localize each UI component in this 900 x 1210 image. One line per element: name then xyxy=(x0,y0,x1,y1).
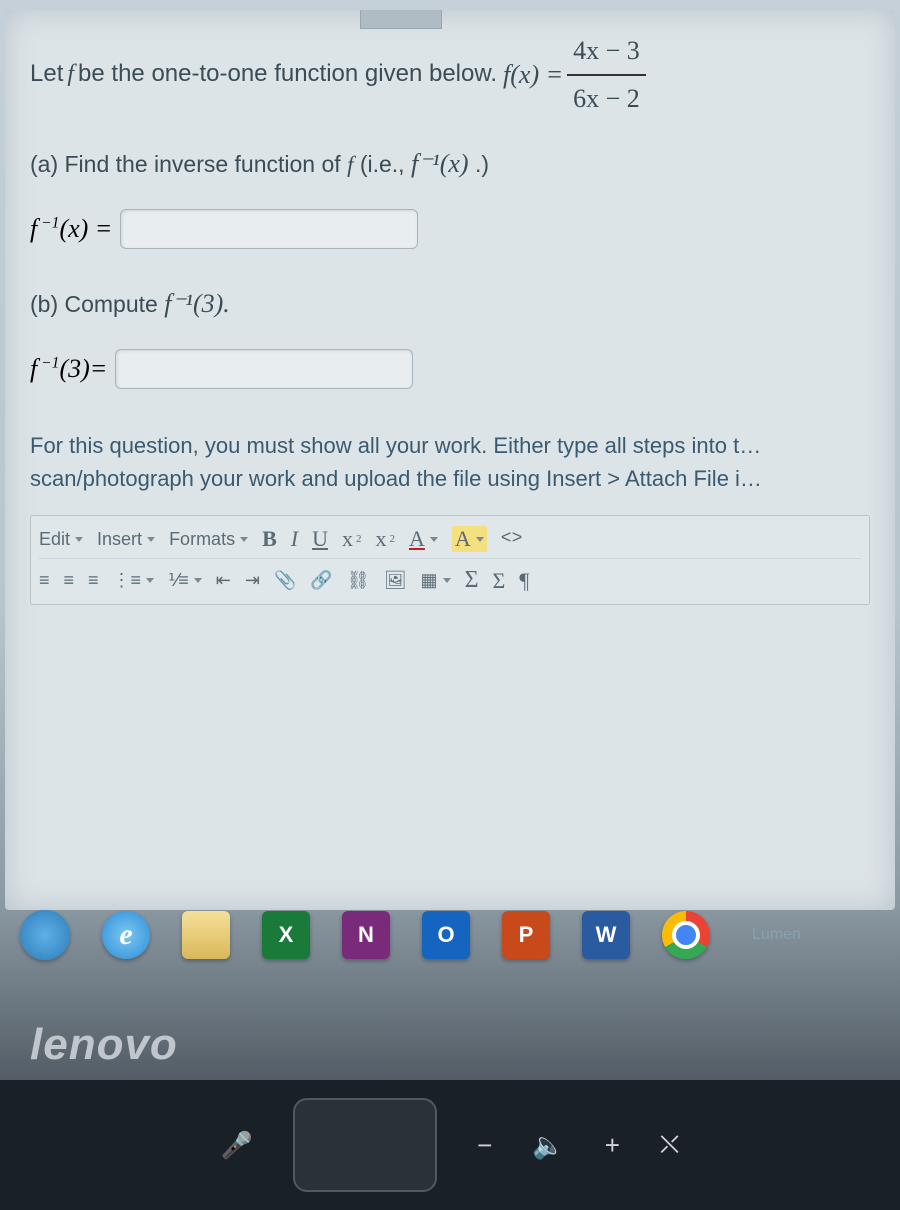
windows-taskbar: e X N O P W Lumen xyxy=(20,910,801,960)
rich-text-toolbar: Edit Insert Formats B I U x2 x2 A A <> ≡… xyxy=(30,515,870,605)
fraction: 4x − 3 6x − 2 xyxy=(567,30,646,119)
number-list-icon[interactable]: ⅟≡ xyxy=(168,570,202,591)
chrome-icon[interactable] xyxy=(662,911,710,959)
answer-a-label: f −1(x) = xyxy=(30,214,112,244)
indent-icon[interactable]: ⇥ xyxy=(245,570,260,591)
browser-tab-fragment xyxy=(360,10,442,29)
answer-b-row: f −1(3)= xyxy=(30,349,870,389)
vol-up-icon[interactable]: + xyxy=(605,1130,620,1161)
file-explorer-icon[interactable] xyxy=(182,911,230,959)
excel-icon[interactable]: X xyxy=(262,911,310,959)
prompt-text: Let xyxy=(30,55,63,93)
unlink-icon[interactable]: ⛓ xyxy=(347,570,370,591)
bold-button[interactable]: B xyxy=(262,526,277,552)
work-instructions: For this question, you must show all you… xyxy=(30,429,870,495)
part-a-label: (a) Find the inverse function of f (i.e.… xyxy=(30,149,870,179)
equation-sigma-icon[interactable]: Σ xyxy=(493,568,506,594)
lumen-label: Lumen xyxy=(752,926,801,944)
internet-explorer-icon[interactable]: e xyxy=(102,911,150,959)
text-color-button[interactable]: A xyxy=(409,526,438,552)
answer-a-input[interactable] xyxy=(120,209,418,249)
numerator: 4x − 3 xyxy=(567,30,646,76)
f-symbol: f xyxy=(67,55,74,93)
link-icon[interactable]: 🔗 xyxy=(310,570,332,591)
bg-color-button[interactable]: A xyxy=(452,526,487,552)
speaker-icon[interactable]: 🔈 xyxy=(532,1130,564,1161)
func-lhs: f(x) = xyxy=(503,54,563,96)
align-right-icon[interactable]: ≡ xyxy=(88,570,99,591)
touchpad[interactable] xyxy=(293,1098,437,1192)
answer-b-label: f −1(3)= xyxy=(30,354,107,384)
align-center-icon[interactable]: ≡ xyxy=(64,570,75,591)
formats-menu[interactable]: Formats xyxy=(169,529,248,550)
vol-down-icon[interactable]: − xyxy=(477,1130,492,1161)
code-button[interactable]: <> xyxy=(501,529,523,549)
paragraph-icon[interactable]: ¶ xyxy=(519,568,529,594)
powerpoint-icon[interactable]: P xyxy=(502,911,550,959)
align-left-icon[interactable]: ≡ xyxy=(39,570,50,591)
question-prompt: Let f be the one-to-one function given b… xyxy=(30,30,870,119)
answer-b-input[interactable] xyxy=(115,349,413,389)
part-b-label: (b) Compute f⁻¹(3). xyxy=(30,289,870,319)
bullet-list-icon[interactable]: ⋮≡ xyxy=(113,570,155,591)
mic-mute-icon[interactable]: 🎤 xyxy=(221,1130,253,1161)
italic-button[interactable]: I xyxy=(291,526,298,552)
equation-sigma-large-icon[interactable]: Σ xyxy=(465,567,479,594)
subscript-button[interactable]: x2 xyxy=(342,526,362,552)
answer-a-row: f −1(x) = xyxy=(30,209,870,249)
edit-menu[interactable]: Edit xyxy=(39,529,83,550)
person-icon[interactable]: ⛌ xyxy=(660,1129,679,1161)
image-icon[interactable]: 🖼 xyxy=(384,570,407,591)
superscript-button[interactable]: x2 xyxy=(375,526,395,552)
word-icon[interactable]: W xyxy=(582,911,630,959)
laptop-bezel-controls: 🎤 − 🔈 + ⛌ xyxy=(0,1080,900,1210)
lenovo-brand: lenovo xyxy=(30,1020,178,1070)
attach-icon[interactable]: 📎 xyxy=(274,570,296,591)
onenote-icon[interactable]: N xyxy=(342,911,390,959)
table-icon[interactable]: ▦ xyxy=(421,570,451,591)
prompt-text-2: be the one-to-one function given below. xyxy=(78,55,497,93)
outlook-icon[interactable]: O xyxy=(422,911,470,959)
denominator: 6x − 2 xyxy=(567,76,646,120)
start-button[interactable] xyxy=(20,910,70,960)
question-panel: Let f be the one-to-one function given b… xyxy=(5,10,895,910)
insert-menu[interactable]: Insert xyxy=(97,529,155,550)
underline-button[interactable]: U xyxy=(312,526,328,552)
outdent-icon[interactable]: ⇤ xyxy=(216,570,231,591)
